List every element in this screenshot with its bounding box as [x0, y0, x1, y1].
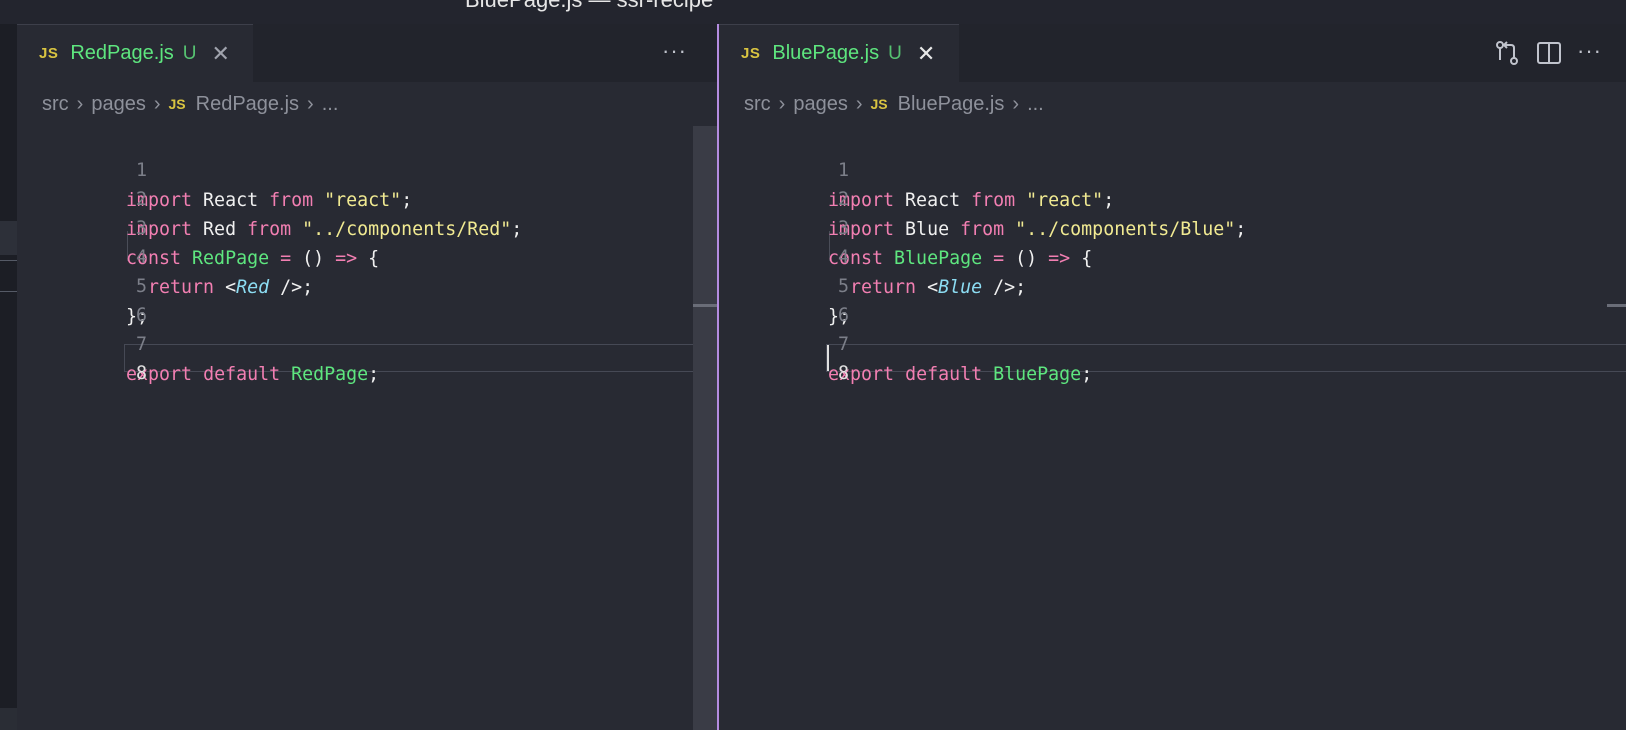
code-line: 1 import React from "react"; — [17, 126, 717, 211]
breadcrumb-pages[interactable]: pages — [91, 93, 146, 116]
breadcrumb-src[interactable]: src — [42, 93, 69, 116]
code-line: 7 export default RedPage; — [17, 300, 717, 385]
breadcrumb-symbols[interactable]: ... — [1027, 93, 1044, 116]
chevron-right-icon: › — [855, 92, 863, 115]
js-file-icon: JS — [168, 96, 186, 112]
code-line: 7 export default BluePage; — [719, 300, 1626, 385]
js-file-icon: JS — [39, 45, 59, 62]
close-icon[interactable]: ✕ — [917, 42, 935, 65]
code-editor-left[interactable]: 1 import React from "react"; 2 import Re… — [17, 126, 717, 730]
vertical-scrollbar[interactable] — [693, 126, 717, 730]
title-bar: BluePage.js — ssr-recipe — [0, 0, 1626, 24]
chevron-right-icon: › — [778, 92, 786, 115]
js-file-icon: JS — [870, 96, 888, 112]
code-line: 5 }; — [719, 242, 1626, 327]
breadcrumb-src[interactable]: src — [744, 93, 771, 116]
code-line: 5 }; — [17, 242, 717, 327]
code-line: 6 — [719, 271, 1626, 326]
more-actions-icon[interactable]: ··· — [1577, 38, 1602, 64]
more-actions-icon[interactable]: ··· — [662, 38, 687, 64]
close-icon[interactable]: ✕ — [212, 42, 230, 65]
code-line: 4 return <Red />; — [17, 213, 717, 298]
code-line: 3 const BluePage = () => { — [719, 184, 1626, 269]
code-line: 2 import Blue from "../components/Blue"; — [719, 155, 1626, 240]
git-compare-icon[interactable] — [1492, 38, 1522, 68]
breadcrumb-symbols[interactable]: ... — [322, 93, 339, 116]
scroll-position-marker — [1607, 304, 1626, 307]
tab-label: RedPage.js — [70, 42, 174, 64]
breadcrumb-pages[interactable]: pages — [793, 93, 848, 116]
tab-bar-right: JS BluePage.js U ✕ ··· — [719, 24, 1626, 82]
breadcrumb-file[interactable]: BluePage.js — [898, 93, 1005, 116]
breadcrumb-file[interactable]: RedPage.js — [196, 93, 299, 116]
code-line: 3 const RedPage = () => { — [17, 184, 717, 269]
split-editor-icon[interactable] — [1534, 38, 1564, 68]
code-line: 8 — [17, 329, 717, 384]
code-line: 8 — [719, 329, 1626, 384]
code-line: 2 import Red from "../components/Red"; — [17, 155, 717, 240]
code-editor-right[interactable]: 1 import React from "react"; 2 import Bl… — [719, 126, 1626, 730]
code-line: 6 — [17, 271, 717, 326]
chevron-right-icon: › — [76, 92, 84, 115]
js-file-icon: JS — [741, 45, 761, 62]
editor-group-left: JS RedPage.js U ✕ ··· src › pages › JS R… — [17, 24, 717, 730]
activity-divider — [0, 260, 17, 261]
code-line: 4 return <Blue />; — [719, 213, 1626, 298]
chevron-right-icon: › — [307, 92, 314, 115]
line-number: 8 — [136, 363, 148, 384]
code-line: 1 import React from "react"; — [719, 126, 1626, 211]
untracked-badge: U — [182, 42, 197, 64]
activity-strip — [0, 24, 17, 730]
line-number: 8 — [838, 363, 850, 384]
tab-bar-left: JS RedPage.js U ✕ ··· — [17, 24, 717, 82]
untracked-badge: U — [888, 42, 902, 64]
breadcrumb: src › pages › JS BluePage.js › ... — [719, 82, 1626, 126]
scroll-position-marker — [693, 304, 717, 307]
editor-group-right: JS BluePage.js U ✕ ··· src › pages › JS … — [717, 24, 1626, 730]
activity-marker — [0, 221, 17, 255]
tab-bluepage[interactable]: JS BluePage.js U ✕ — [719, 24, 959, 82]
tab-redpage[interactable]: JS RedPage.js U ✕ — [17, 24, 253, 82]
chevron-right-icon: › — [1012, 92, 1020, 115]
chevron-right-icon: › — [153, 92, 161, 115]
tab-label: BluePage.js — [772, 42, 880, 64]
breadcrumb: src › pages › JS RedPage.js › ... — [17, 82, 717, 126]
activity-bottom — [0, 708, 17, 730]
activity-divider — [0, 291, 17, 292]
window-title: BluePage.js — ssr-recipe — [465, 0, 713, 13]
